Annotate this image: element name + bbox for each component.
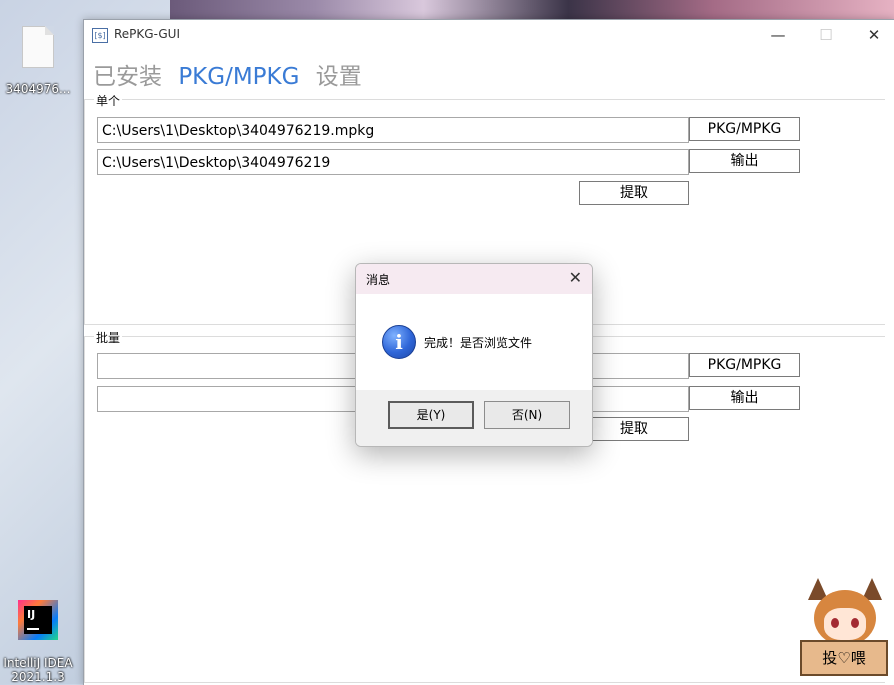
single-group-label: 单个 [94, 92, 123, 109]
dialog-message: 完成！是否浏览文件 [424, 336, 533, 350]
desktop-file-label: 3404976... [5, 82, 71, 96]
dialog-title: 消息 [366, 273, 391, 287]
mascot-left-eye [831, 618, 839, 628]
file-icon [22, 26, 54, 68]
single-output-path[interactable]: C:\Users\1\Desktop\3404976219 [97, 149, 689, 175]
tab-strip: 已安装 PKG/MPKG 设置 [93, 57, 371, 91]
batch-group-label: 批量 [94, 329, 123, 346]
dialog-close-button[interactable]: ✕ [569, 268, 582, 287]
mascot-widget[interactable]: 投♡喂 [800, 578, 888, 676]
single-browse-pkg-button[interactable]: PKG/MPKG [689, 117, 800, 141]
dialog-footer: 是(Y) 否(N) [356, 390, 592, 446]
close-button[interactable]: ✕ [851, 20, 894, 50]
yes-button[interactable]: 是(Y) [388, 401, 474, 429]
single-extract-button[interactable]: 提取 [579, 181, 689, 205]
title-bar[interactable]: [$] RePKG-GUI — ☐ ✕ [84, 20, 894, 50]
mascot-box-label: 投♡喂 [800, 640, 888, 676]
single-input-path[interactable]: C:\Users\1\Desktop\3404976219.mpkg [97, 117, 689, 143]
no-button[interactable]: 否(N) [484, 401, 570, 429]
dialog-body: i 完成！是否浏览文件 [356, 294, 592, 390]
batch-extract-button[interactable]: 提取 [579, 417, 689, 441]
intellij-label: IntelliJ IDEA [3, 656, 73, 670]
tab-pkg-mpkg[interactable]: PKG/MPKG [178, 64, 299, 90]
tab-installed[interactable]: 已安装 [93, 57, 162, 91]
desktop-file-item[interactable]: 3404976... [2, 26, 74, 96]
mascot-right-eye [851, 618, 859, 628]
minimize-button[interactable]: — [755, 20, 801, 50]
message-dialog: 消息 ✕ i 完成！是否浏览文件 是(Y) 否(N) [355, 263, 593, 447]
window-title: RePKG-GUI [114, 27, 180, 41]
batch-output-button[interactable]: 输出 [689, 386, 800, 410]
intellij-sublabel: 2021.1.3 [11, 670, 65, 684]
desktop-intellij-item[interactable]: IJ IntelliJ IDEA 2021.1.3 [0, 600, 76, 684]
info-icon: i [382, 325, 416, 359]
maximize-button[interactable]: ☐ [803, 20, 849, 50]
single-output-button[interactable]: 输出 [689, 149, 800, 173]
app-icon: [$] [92, 28, 108, 43]
batch-browse-pkg-button[interactable]: PKG/MPKG [689, 353, 800, 377]
tab-settings[interactable]: 设置 [316, 57, 362, 91]
dialog-title-bar[interactable]: 消息 ✕ [356, 264, 592, 294]
intellij-icon: IJ [18, 600, 58, 640]
